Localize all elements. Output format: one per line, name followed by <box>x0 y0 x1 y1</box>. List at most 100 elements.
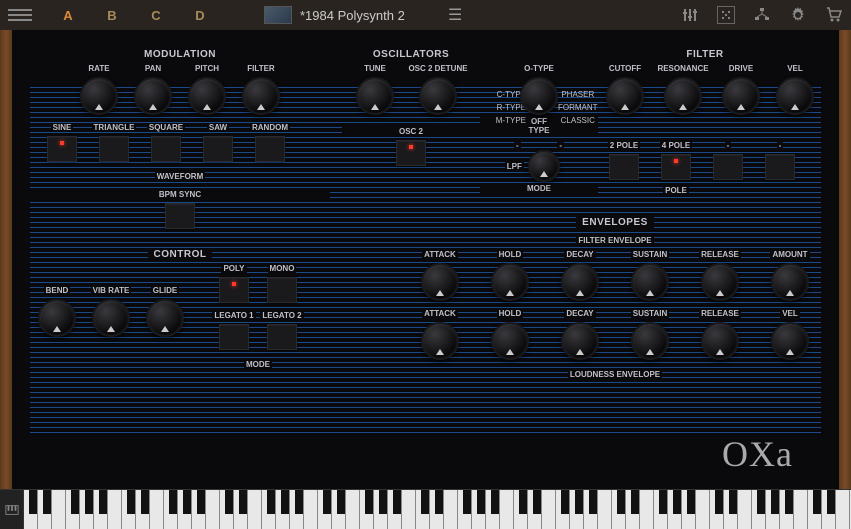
pole-dash-1: - <box>725 141 732 150</box>
tab-d[interactable]: D <box>180 2 220 29</box>
le-release-knob[interactable] <box>701 322 739 360</box>
pole-extra1-button[interactable] <box>713 154 743 180</box>
triangle-button[interactable] <box>99 136 129 162</box>
legato1-button[interactable] <box>219 324 249 350</box>
le-vel-knob[interactable] <box>771 322 809 360</box>
preset-thumbnail[interactable] <box>264 6 292 24</box>
random-button[interactable] <box>255 136 285 162</box>
tab-c[interactable]: C <box>136 2 176 29</box>
oscillators-header: OSCILLATORS <box>367 49 455 60</box>
fe-hold-knob[interactable] <box>491 263 529 301</box>
envelopes-header: ENVELOPES <box>576 217 654 228</box>
preset-name[interactable]: *1984 Polysynth 2 <box>300 8 440 23</box>
menu-icon[interactable] <box>8 5 32 25</box>
mode-label: MODE <box>480 184 598 193</box>
filter-mod-knob[interactable] <box>242 77 280 115</box>
fe-attack-knob[interactable] <box>421 263 459 301</box>
o-type-label: O-TYPE <box>480 64 598 73</box>
le-decay-label: DECAY <box>564 309 595 318</box>
filter-type-knob[interactable] <box>520 77 558 115</box>
filter-mode-knob[interactable] <box>528 150 560 182</box>
le-release-label: RELEASE <box>699 309 741 318</box>
rate-label: RATE <box>86 64 111 73</box>
vel-label: VEL <box>785 64 805 73</box>
le-decay-knob[interactable] <box>561 322 599 360</box>
tune-knob[interactable] <box>356 77 394 115</box>
le-attack-knob[interactable] <box>421 322 459 360</box>
saw-label: SAW <box>207 123 229 132</box>
fe-decay-label: DECAY <box>564 250 595 259</box>
wood-panel-right <box>839 30 851 489</box>
preset-menu-icon[interactable]: ☰ <box>448 5 468 25</box>
poly-label: POLY <box>221 264 246 273</box>
vel-knob[interactable] <box>776 77 814 115</box>
le-sustain-label: SUSTAIN <box>631 309 670 318</box>
bpm-sync-label: BPM SYNC <box>30 190 330 199</box>
2pole-button[interactable] <box>609 154 639 180</box>
vibrate-label: VIB RATE <box>91 286 132 295</box>
pole-extra2-button[interactable] <box>765 154 795 180</box>
osc2-button[interactable] <box>396 140 426 166</box>
glide-knob[interactable] <box>146 299 184 337</box>
lpf-label: LPF <box>505 162 524 171</box>
2pole-label: 2 POLE <box>608 141 640 150</box>
keyboard-icon[interactable] <box>0 490 24 529</box>
saw-button[interactable] <box>203 136 233 162</box>
bend-knob[interactable] <box>38 299 76 337</box>
tune-label: TUNE <box>362 64 388 73</box>
tab-b[interactable]: B <box>92 2 132 29</box>
pan-knob[interactable] <box>134 77 172 115</box>
midi-icon[interactable] <box>717 6 735 24</box>
fe-decay-knob[interactable] <box>561 263 599 301</box>
fe-amount-knob[interactable] <box>771 263 809 301</box>
4pole-label: 4 POLE <box>660 141 692 150</box>
fe-release-label: RELEASE <box>699 250 741 259</box>
fe-amount-label: AMOUNT <box>770 250 809 259</box>
loudness-envelope-header: LOUDNESS ENVELOPE <box>568 370 662 379</box>
modulation-header: MODULATION <box>138 49 222 60</box>
fe-attack-label: ATTACK <box>422 250 458 259</box>
legato2-button[interactable] <box>267 324 297 350</box>
osc2-detune-knob[interactable] <box>419 77 457 115</box>
resonance-knob[interactable] <box>664 77 702 115</box>
rate-knob[interactable] <box>80 77 118 115</box>
le-sustain-knob[interactable] <box>631 322 669 360</box>
wood-panel-left <box>0 30 12 489</box>
pole-label: POLE <box>663 186 689 195</box>
drive-knob[interactable] <box>722 77 760 115</box>
fe-sustain-label: SUSTAIN <box>631 250 670 259</box>
drive-label: DRIVE <box>727 64 755 73</box>
square-button[interactable] <box>151 136 181 162</box>
fe-sustain-knob[interactable] <box>631 263 669 301</box>
fe-release-knob[interactable] <box>701 263 739 301</box>
fe-hold-label: HOLD <box>497 250 524 259</box>
pitch-knob[interactable] <box>188 77 226 115</box>
bpm-sync-button[interactable] <box>165 203 195 229</box>
mono-button[interactable] <box>267 277 297 303</box>
osc2-label: OSC 2 <box>342 127 480 136</box>
piano-keys[interactable] <box>24 490 851 529</box>
gear-icon[interactable] <box>789 6 807 24</box>
cart-icon[interactable] <box>825 6 843 24</box>
le-hold-knob[interactable] <box>491 322 529 360</box>
logo: OXa <box>722 433 793 475</box>
mixer-icon[interactable] <box>681 6 699 24</box>
cutoff-knob[interactable] <box>606 77 644 115</box>
le-hold-label: HOLD <box>497 309 524 318</box>
waveform-label: WAVEFORM <box>155 172 206 181</box>
structure-icon[interactable] <box>753 6 771 24</box>
filter-envelope-header: FILTER ENVELOPE <box>576 236 653 245</box>
sine-label: SINE <box>51 123 74 132</box>
pitch-label: PITCH <box>193 64 221 73</box>
sine-button[interactable] <box>47 136 77 162</box>
vibrate-knob[interactable] <box>92 299 130 337</box>
tab-a[interactable]: A <box>48 2 88 29</box>
4pole-button[interactable] <box>661 154 691 180</box>
mono-label: MONO <box>268 264 297 273</box>
random-label: RANDOM <box>250 123 290 132</box>
keyboard-strip <box>0 489 851 529</box>
glide-label: GLIDE <box>151 286 179 295</box>
top-toolbar: A B C D *1984 Polysynth 2 ☰ <box>0 0 851 30</box>
poly-button[interactable] <box>219 277 249 303</box>
resonance-label: RESONANCE <box>655 64 710 73</box>
